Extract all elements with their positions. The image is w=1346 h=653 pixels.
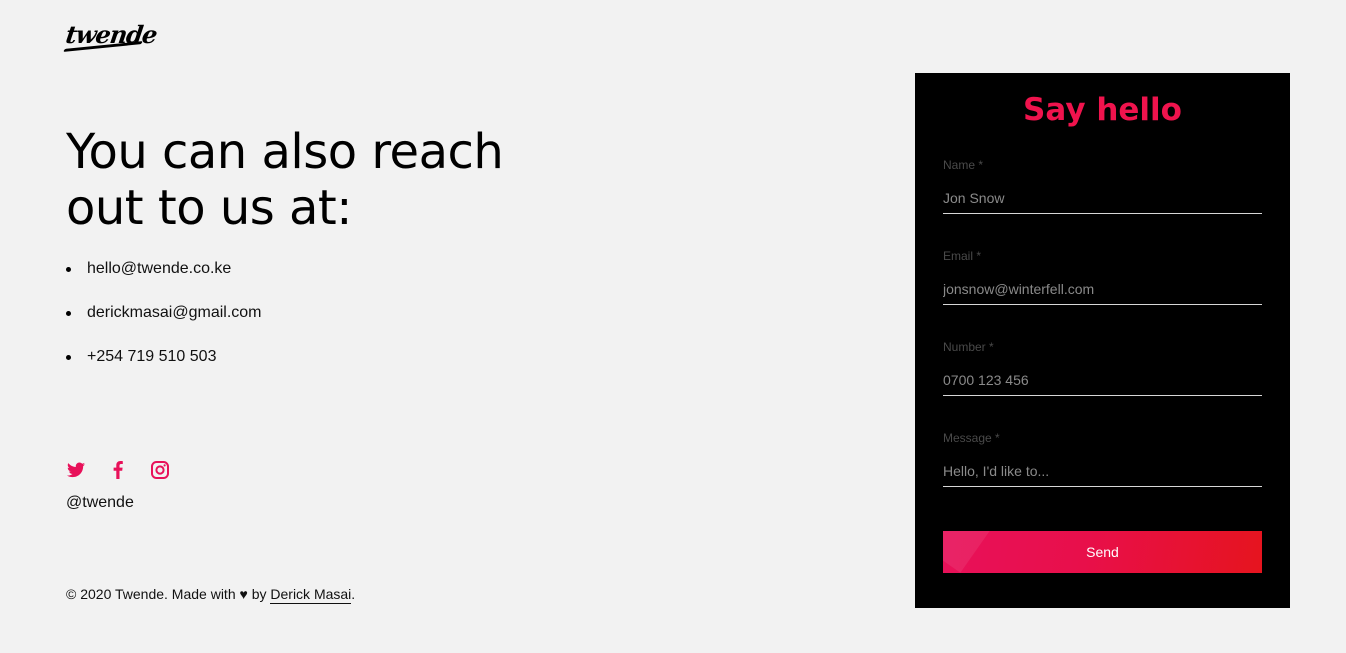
name-field-group: Name *	[943, 158, 1262, 214]
contact-item-personal-email: derickmasai@gmail.com	[66, 302, 262, 346]
footer-by: by	[251, 586, 267, 602]
number-label: Number *	[943, 340, 994, 354]
contact-item-phone: +254 719 510 503	[66, 346, 262, 390]
contact-item-email: hello@twende.co.ke	[66, 258, 262, 302]
author-link[interactable]: Derick Masai	[270, 586, 352, 604]
form-title: Say hello	[1023, 92, 1182, 128]
bullet-icon	[66, 267, 71, 272]
heart-icon: ♥	[239, 586, 248, 602]
bullet-icon	[66, 355, 71, 360]
email-input[interactable]	[943, 279, 1262, 305]
footer: © 2020 Twende. Made with ♥ by Derick Mas…	[66, 586, 356, 604]
contact-item-label: derickmasai@gmail.com	[87, 304, 262, 321]
contact-item-label: hello@twende.co.ke	[87, 260, 232, 277]
number-field-group: Number *	[943, 340, 1262, 396]
footer-copyright: © 2020 Twende. Made with	[66, 586, 236, 602]
instagram-icon[interactable]	[150, 460, 170, 480]
contact-list: hello@twende.co.ke derickmasai@gmail.com…	[66, 258, 262, 390]
name-label: Name *	[943, 158, 984, 172]
email-label: Email *	[943, 249, 982, 263]
name-input[interactable]	[943, 188, 1262, 214]
email-field-group: Email *	[943, 249, 1262, 305]
message-input[interactable]	[943, 461, 1262, 487]
social-handle: @twende	[66, 494, 134, 511]
twitter-icon[interactable]	[66, 460, 86, 480]
footer-suffix: .	[351, 586, 356, 602]
page-title: You can also reach out to us at:	[66, 124, 504, 236]
contact-form: Say hello Name * Email * Number * Messag…	[915, 73, 1290, 608]
contact-item-label: +254 719 510 503	[87, 348, 217, 365]
send-button[interactable]: Send	[943, 531, 1262, 573]
social-links	[66, 460, 170, 480]
message-field-group: Message *	[943, 431, 1262, 487]
message-label: Message *	[943, 431, 1000, 445]
number-input[interactable]	[943, 370, 1262, 396]
bullet-icon	[66, 311, 71, 316]
facebook-icon[interactable]	[108, 460, 128, 480]
